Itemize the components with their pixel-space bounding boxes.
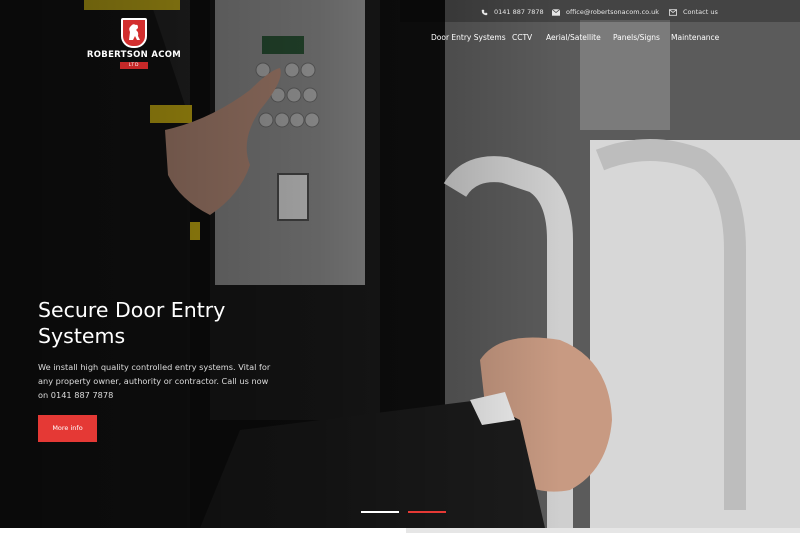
more-info-button[interactable]: More info xyxy=(38,415,97,442)
hero-title-line2: Systems xyxy=(38,324,126,348)
hero-banner xyxy=(0,0,800,528)
email-text: office@robertsonacom.co.uk xyxy=(566,8,659,16)
contact-us-text: Contact us xyxy=(683,8,718,16)
envelope-outline-icon xyxy=(669,8,677,16)
logo[interactable]: ROBERTSON ACOM LTD xyxy=(86,18,182,70)
nav-item-door-entry-systems[interactable]: Door Entry Systems xyxy=(431,33,506,45)
hero-title-line1: Secure Door Entry xyxy=(38,298,226,322)
envelope-icon xyxy=(552,8,560,16)
nav-item-cctv[interactable]: CCTV xyxy=(512,33,532,45)
phone-text: 0141 887 7878 xyxy=(494,8,544,16)
hero-overlay xyxy=(0,0,800,528)
hero-description: We install high quality controlled entry… xyxy=(38,362,271,400)
contact-us-link[interactable]: Contact us xyxy=(669,6,718,18)
phone-link[interactable]: 0141 887 7878 xyxy=(481,6,544,18)
email-link[interactable]: office@robertsonacom.co.uk xyxy=(552,6,659,18)
hero-title: Secure Door Entry Systems xyxy=(38,297,298,349)
brand-ltd: LTD xyxy=(120,62,148,69)
section-divider xyxy=(406,528,800,533)
nav-item-maintenance[interactable]: Maintenance xyxy=(671,33,719,45)
nav-item-panels-signs[interactable]: Panels/Signs xyxy=(613,33,660,45)
nav-item-aerial-satellite[interactable]: Aerial/Satellite xyxy=(546,33,601,45)
brand-name: ROBERTSON ACOM xyxy=(86,50,182,60)
phone-icon xyxy=(481,9,488,16)
slider-dot-2[interactable] xyxy=(408,511,446,513)
slider-dot-1[interactable] xyxy=(361,511,399,513)
lion-shield-icon xyxy=(121,18,147,48)
